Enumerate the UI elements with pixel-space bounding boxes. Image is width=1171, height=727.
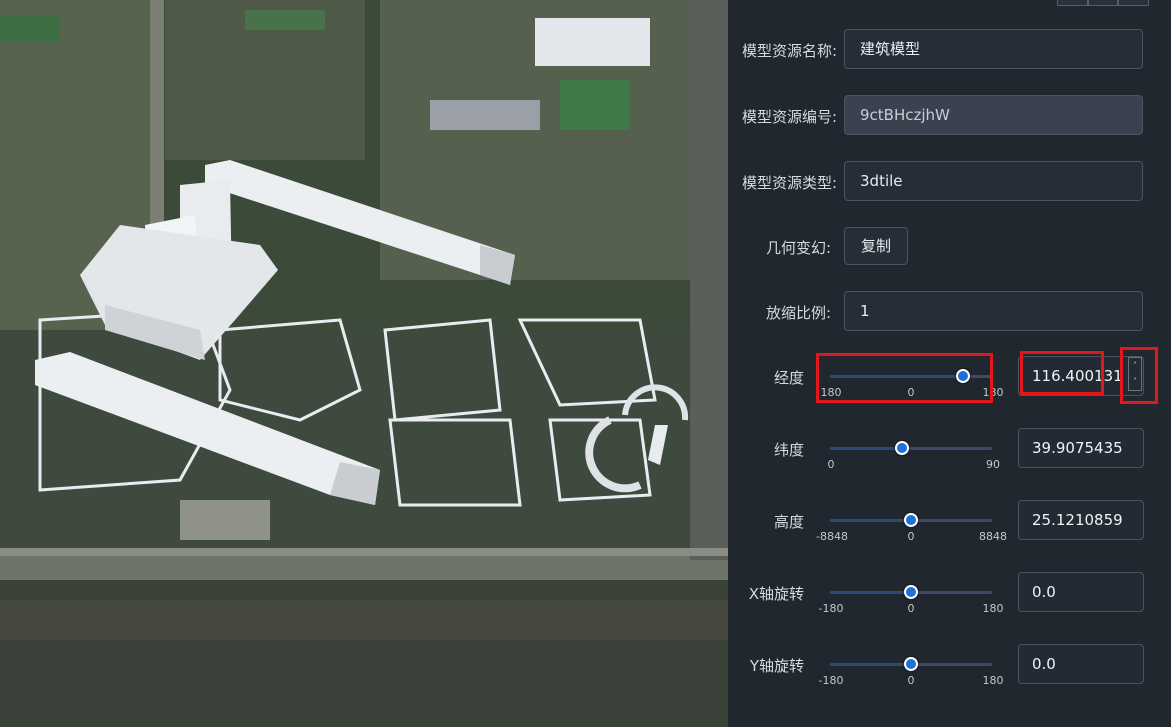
toolbar-button-2[interactable] xyxy=(1087,0,1119,6)
x-rotation-max-tick: 180 xyxy=(982,602,1004,615)
y-rotation-slider-thumb[interactable] xyxy=(904,657,918,671)
satellite-scene xyxy=(0,0,728,727)
toolbar-button-3[interactable] xyxy=(1118,0,1150,6)
resource-name-label: 模型资源名称: xyxy=(742,42,838,60)
map-viewport[interactable] xyxy=(0,0,728,727)
x-rotation-min-tick: -180 xyxy=(818,602,844,615)
x-rotation-slider-thumb[interactable] xyxy=(904,585,918,599)
latitude-label: 纬度 xyxy=(773,441,804,459)
y-rotation-max-tick: 180 xyxy=(982,674,1004,687)
y-rotation-value-input[interactable]: 0.0 xyxy=(1018,644,1144,684)
latitude-min-tick: 0 xyxy=(827,458,835,471)
latitude-slider-fill xyxy=(830,447,902,450)
highlight-longitude-input xyxy=(1020,351,1104,395)
y-rotation-min-tick: -180 xyxy=(818,674,844,687)
scale-label: 放缩比例: xyxy=(766,304,832,322)
scale-input[interactable]: 1 xyxy=(844,291,1143,331)
resource-type-label: 模型资源类型: xyxy=(742,174,838,192)
altitude-mid-tick: 0 xyxy=(907,530,915,543)
panel-toolbar xyxy=(1057,0,1150,6)
toolbar-button-1[interactable] xyxy=(1057,0,1088,6)
x-rotation-slider-fill xyxy=(830,591,911,594)
resource-id-label: 模型资源编号: xyxy=(742,108,838,126)
x-rotation-mid-tick: 0 xyxy=(907,602,915,615)
resource-name-input[interactable]: 建筑模型 xyxy=(844,29,1143,69)
copy-button[interactable]: 复制 xyxy=(844,227,908,265)
altitude-label: 高度 xyxy=(773,513,804,531)
latitude-slider-thumb[interactable] xyxy=(895,441,909,455)
altitude-max-tick: 8848 xyxy=(979,530,1007,543)
model-properties-panel: 模型资源名称: 建筑模型 模型资源编号: 9ctBHczjhW 模型资源类型: … xyxy=(728,0,1171,727)
highlight-longitude-slider xyxy=(816,353,993,403)
transform-label: 几何变幻: xyxy=(766,239,832,257)
y-rotation-label: Y轴旋转 xyxy=(749,657,804,675)
altitude-value-input[interactable]: 25.1210859 xyxy=(1018,500,1144,540)
altitude-min-tick: -8848 xyxy=(816,530,848,543)
x-rotation-label: X轴旋转 xyxy=(748,585,804,603)
latitude-max-tick: 90 xyxy=(986,458,1000,471)
longitude-stepper[interactable]: ˄ ˅ xyxy=(1128,357,1142,391)
longitude-label: 经度 xyxy=(773,369,804,387)
x-rotation-value-input[interactable]: 0.0 xyxy=(1018,572,1144,612)
stepper-down-icon[interactable]: ˅ xyxy=(1129,374,1141,390)
y-rotation-slider-fill xyxy=(830,663,911,666)
resource-id-input: 9ctBHczjhW xyxy=(844,95,1143,135)
stepper-up-icon[interactable]: ˄ xyxy=(1129,358,1141,374)
y-rotation-mid-tick: 0 xyxy=(907,674,915,687)
altitude-slider-thumb[interactable] xyxy=(904,513,918,527)
latitude-value-input[interactable]: 39.9075435 xyxy=(1018,428,1144,468)
resource-type-input[interactable]: 3dtile xyxy=(844,161,1143,201)
altitude-slider-fill xyxy=(830,519,911,522)
